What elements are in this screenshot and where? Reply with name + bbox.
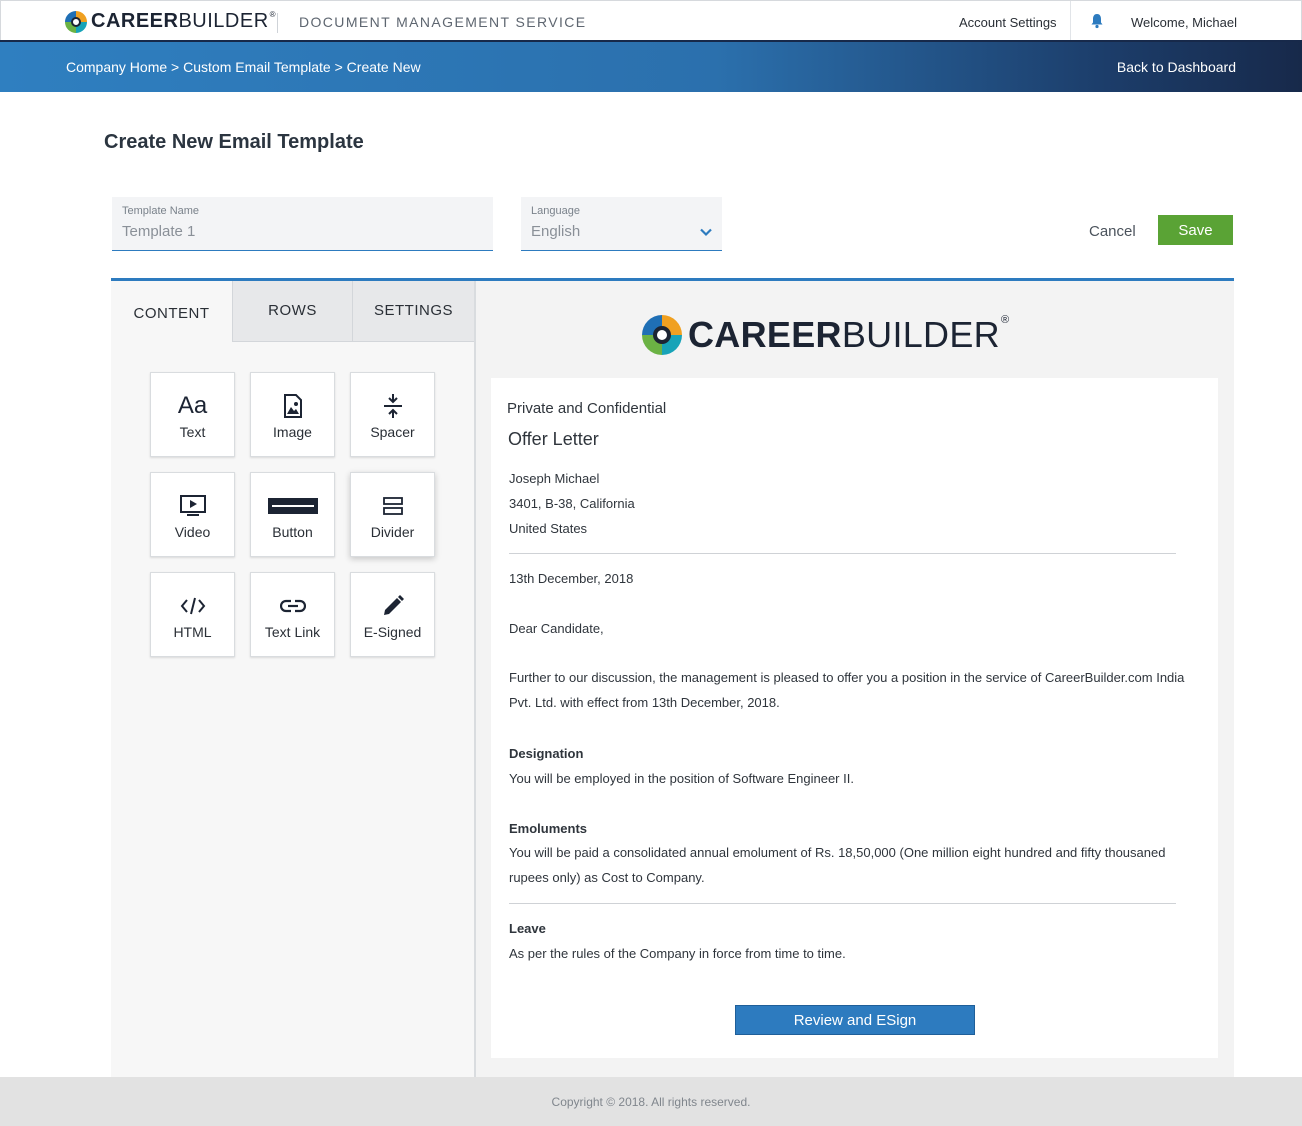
address-line: 3401, B-38, California — [509, 496, 635, 511]
chevron-down-icon[interactable] — [700, 227, 712, 237]
editor-tabs: CONTENT ROWS SETTINGS — [111, 281, 474, 342]
image-block-tile[interactable]: Image — [250, 372, 335, 457]
video-block-tile[interactable]: Video — [150, 472, 235, 557]
tab-content[interactable]: CONTENT — [111, 281, 232, 342]
page-title: Create New Email Template — [104, 131, 364, 153]
button-icon — [267, 498, 318, 514]
letter-date: 13th December, 2018 — [509, 571, 634, 586]
text-link-block-tile[interactable]: Text Link — [250, 572, 335, 657]
template-name-field[interactable]: Template Name — [112, 197, 493, 251]
breadcrumb-create-new: Create New — [346, 59, 421, 75]
letter-divider — [509, 903, 1176, 904]
spacer-icon — [383, 394, 402, 418]
service-title: DOCUMENT MANAGEMENT SERVICE — [299, 14, 587, 30]
confidential-label: Private and Confidential — [507, 400, 667, 417]
cancel-button[interactable]: Cancel — [1089, 223, 1136, 240]
tile-label: HTML — [173, 624, 212, 640]
tile-label: Text — [179, 424, 206, 440]
logo-mark-icon — [65, 10, 87, 33]
footer: Copyright © 2018. All rights reserved. — [0, 1077, 1302, 1126]
link-icon — [279, 599, 306, 613]
header-separator — [1070, 1, 1071, 41]
tile-label: Spacer — [370, 424, 415, 440]
tile-label: Button — [272, 524, 313, 540]
breadcrumb-separator: > — [167, 59, 184, 75]
template-name-label: Template Name — [122, 205, 200, 217]
logo-mark-icon — [642, 315, 682, 355]
breadcrumb: Company Home > Custom Email Template > C… — [66, 59, 421, 75]
divider-icon — [382, 497, 403, 515]
button-block-tile[interactable]: Button — [250, 472, 335, 557]
breadcrumb-separator: > — [330, 59, 347, 75]
copyright-text: Copyright © 2018. All rights reserved. — [551, 1095, 751, 1109]
html-block-tile[interactable]: HTML — [150, 572, 235, 657]
spacer-block-tile[interactable]: Spacer — [350, 372, 435, 457]
emoluments-text: You will be paid a consolidated annual e… — [509, 845, 1166, 885]
bell-icon[interactable] — [1090, 13, 1104, 29]
pencil-icon — [383, 595, 404, 615]
content-panel: CONTENT ROWS SETTINGS Aa Text Image Spac… — [111, 281, 476, 1077]
address-country: United States — [509, 521, 588, 536]
video-icon — [179, 495, 206, 516]
logo-wordmark: CAREERBUILDER® — [91, 10, 277, 32]
tile-label: Video — [174, 524, 211, 540]
designation-title: Designation — [509, 746, 584, 761]
text-aa-icon: Aa — [177, 392, 208, 419]
text-block-tile[interactable]: Aa Text — [150, 372, 235, 457]
welcome-user[interactable]: Welcome, Michael — [1131, 15, 1237, 30]
letter-heading: Offer Letter — [508, 429, 599, 449]
account-settings-link[interactable]: Account Settings — [959, 15, 1057, 30]
template-name-input[interactable] — [122, 223, 446, 240]
leave-title: Leave — [509, 921, 546, 936]
e-signed-block-tile[interactable]: E-Signed — [350, 572, 435, 657]
tile-label: Divider — [370, 524, 415, 540]
review-and-esign-button[interactable]: Review and ESign — [735, 1005, 975, 1035]
tile-label: Image — [273, 424, 312, 440]
preview-logo: CAREERBUILDER® — [642, 314, 1009, 356]
letter-divider — [509, 553, 1176, 554]
template-preview: CAREERBUILDER® Private and Confidential … — [476, 281, 1234, 1077]
careerbuilder-logo[interactable]: CAREERBUILDER® — [65, 10, 276, 33]
language-select[interactable]: Language English — [521, 197, 722, 251]
tab-rows[interactable]: ROWS — [232, 281, 352, 342]
salutation: Dear Candidate, — [509, 621, 604, 636]
breadcrumb-custom-email-template[interactable]: Custom Email Template — [183, 59, 331, 75]
image-icon — [283, 394, 302, 418]
offer-letter[interactable]: Private and Confidential Offer Letter Jo… — [491, 378, 1218, 1058]
logo-wordmark: CAREERBUILDER® — [688, 314, 1010, 355]
breadcrumb-bar: Company Home > Custom Email Template > C… — [0, 40, 1302, 92]
intro-paragraph: Further to our discussion, the managemen… — [509, 670, 1185, 710]
tile-label: E-Signed — [363, 624, 422, 640]
leave-text: As per the rules of the Company in force… — [509, 946, 846, 961]
address-name: Joseph Michael — [509, 471, 600, 486]
designation-text: You will be employed in the position of … — [509, 771, 854, 786]
header-divider — [277, 13, 278, 33]
back-to-dashboard-link[interactable]: Back to Dashboard — [1117, 59, 1236, 75]
tile-label: Text Link — [264, 624, 321, 640]
language-value[interactable]: English — [531, 223, 702, 240]
breadcrumb-company-home[interactable]: Company Home — [66, 59, 167, 75]
top-bar: CAREERBUILDER® DOCUMENT MANAGEMENT SERVI… — [0, 0, 1302, 42]
divider-block-tile[interactable]: Divider — [350, 472, 435, 557]
tab-settings[interactable]: SETTINGS — [352, 281, 474, 342]
save-button[interactable]: Save — [1158, 215, 1233, 245]
emoluments-title: Emoluments — [509, 821, 588, 836]
code-icon — [180, 597, 205, 615]
language-label: Language — [531, 205, 580, 217]
